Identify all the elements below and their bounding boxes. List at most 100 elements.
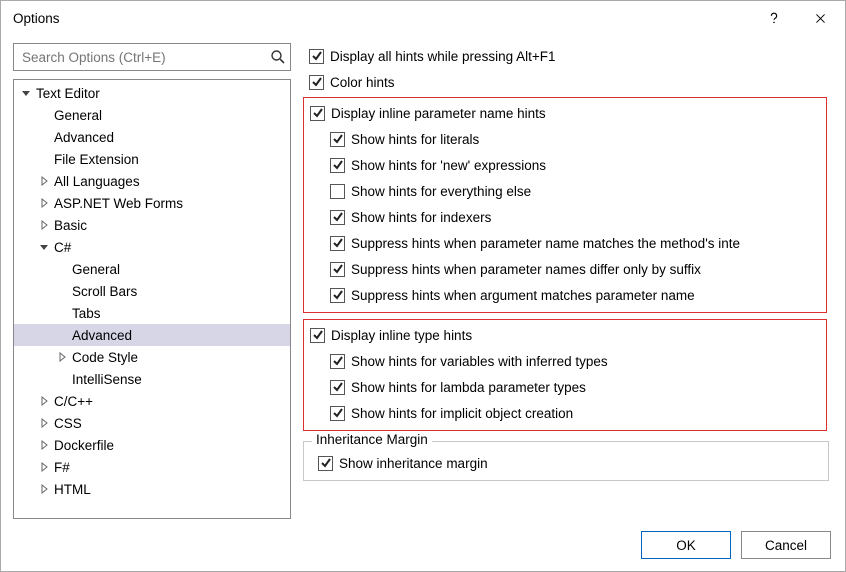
tree-item[interactable]: Dockerfile [14,434,290,456]
option-label: Display inline parameter name hints [331,106,546,121]
option-label: Show hints for implicit object creation [351,406,573,421]
tree-item-label: General [72,262,120,277]
option-row: Display all hints while pressing Alt+F1 [303,43,829,69]
tree-item[interactable]: Scroll Bars [14,280,290,302]
content-area: Text Editor General Advanced File Extension… [1,35,845,519]
expander-closed-icon[interactable] [38,175,50,187]
search-input[interactable] [20,49,270,66]
options-panel: Display all hints while pressing Alt+F1 C… [303,43,833,519]
cancel-button[interactable]: Cancel [741,531,831,559]
tree-item-label: Advanced [72,328,132,343]
expander-closed-icon[interactable] [38,197,50,209]
option-row: Display inline type hints [310,322,820,348]
tree-item[interactable]: HTML [14,478,290,500]
tree-item[interactable]: C# [14,236,290,258]
tree-item-label: Tabs [72,306,101,321]
checkbox[interactable] [330,158,345,173]
option-row: Show hints for indexers [310,204,820,230]
option-row: Show inheritance margin [312,450,820,476]
expander-closed-icon[interactable] [38,439,50,451]
ok-button[interactable]: OK [641,531,731,559]
checkbox[interactable] [309,49,324,64]
expander-closed-icon[interactable] [38,395,50,407]
tree-item-label: Advanced [54,130,114,145]
option-label: Suppress hints when argument matches par… [351,288,695,303]
highlight-group-type-hints: Display inline type hints Show hints for … [303,319,827,431]
option-row: Show hints for implicit object creation [310,400,820,426]
checkbox[interactable] [330,406,345,421]
expander-closed-icon[interactable] [38,461,50,473]
tree-item[interactable]: General [14,104,290,126]
tree-item[interactable]: Advanced [14,126,290,148]
option-label: Display inline type hints [331,328,472,343]
search-box[interactable] [13,43,291,71]
button-bar: OK Cancel [1,519,845,571]
expander-closed-icon[interactable] [38,483,50,495]
tree-item-label: F# [54,460,70,475]
expander-closed-icon[interactable] [56,351,68,363]
checkbox[interactable] [318,456,333,471]
tree-item[interactable]: File Extension [14,148,290,170]
option-label: Show hints for variables with inferred t… [351,354,608,369]
checkbox[interactable] [330,184,345,199]
option-label: Show hints for lambda parameter types [351,380,586,395]
option-label: Suppress hints when parameter name match… [351,236,740,251]
checkbox[interactable] [330,132,345,147]
tree-item[interactable]: F# [14,456,290,478]
left-column: Text Editor General Advanced File Extension… [13,43,291,519]
tree-item[interactable]: All Languages [14,170,290,192]
checkbox[interactable] [309,75,324,90]
tree-scroll[interactable]: Text Editor General Advanced File Extension… [14,80,290,518]
tree-item-label: All Languages [54,174,140,189]
tree-item[interactable]: ASP.NET Web Forms [14,192,290,214]
option-row: Show hints for lambda parameter types [310,374,820,400]
checkbox[interactable] [330,236,345,251]
search-icon [270,49,286,65]
checkbox[interactable] [330,288,345,303]
tree-item[interactable]: Text Editor [14,82,290,104]
options-scroll[interactable]: Display all hints while pressing Alt+F1 C… [303,43,833,519]
tree-item-label: Text Editor [36,86,100,101]
window-title: Options [13,11,751,26]
checkbox[interactable] [330,354,345,369]
tree-item[interactable]: Advanced [14,324,290,346]
tree-item-label: Code Style [72,350,138,365]
highlight-group-param-hints: Display inline parameter name hints Show … [303,97,827,313]
option-row: Show hints for 'new' expressions [310,152,820,178]
expander-open-icon[interactable] [38,241,50,253]
option-label: Color hints [330,75,395,90]
checkbox[interactable] [330,210,345,225]
category-tree: Text Editor General Advanced File Extension… [13,79,291,519]
checkbox[interactable] [330,380,345,395]
tree-item[interactable]: Tabs [14,302,290,324]
option-row: Show hints for variables with inferred t… [310,348,820,374]
close-button[interactable] [797,1,843,35]
checkbox[interactable] [330,262,345,277]
expander-closed-icon[interactable] [38,417,50,429]
option-row: Color hints [303,69,829,95]
tree-item[interactable]: General [14,258,290,280]
options-dialog: Options Text Editor General Advanced File E… [0,0,846,572]
checkbox[interactable] [310,106,325,121]
help-button[interactable] [751,1,797,35]
tree-item[interactable]: Code Style [14,346,290,368]
option-label: Suppress hints when parameter names diff… [351,262,701,277]
option-label: Show hints for indexers [351,210,491,225]
tree-item-label: Basic [54,218,87,233]
option-row: Show hints for literals [310,126,820,152]
section-title: Inheritance Margin [312,432,432,447]
tree-item-label: CSS [54,416,82,431]
tree-item[interactable]: IntelliSense [14,368,290,390]
tree-item-label: IntelliSense [72,372,142,387]
option-row: Suppress hints when parameter name match… [310,230,820,256]
tree-item[interactable]: CSS [14,412,290,434]
expander-open-icon[interactable] [20,87,32,99]
tree-item[interactable]: C/C++ [14,390,290,412]
inheritance-margin-group: Inheritance MarginShow inheritance margi… [303,441,829,481]
checkbox[interactable] [310,328,325,343]
tree-item[interactable]: Basic [14,214,290,236]
help-icon [767,11,781,25]
tree-item-label: ASP.NET Web Forms [54,196,183,211]
expander-closed-icon[interactable] [38,219,50,231]
option-label: Show hints for literals [351,132,479,147]
